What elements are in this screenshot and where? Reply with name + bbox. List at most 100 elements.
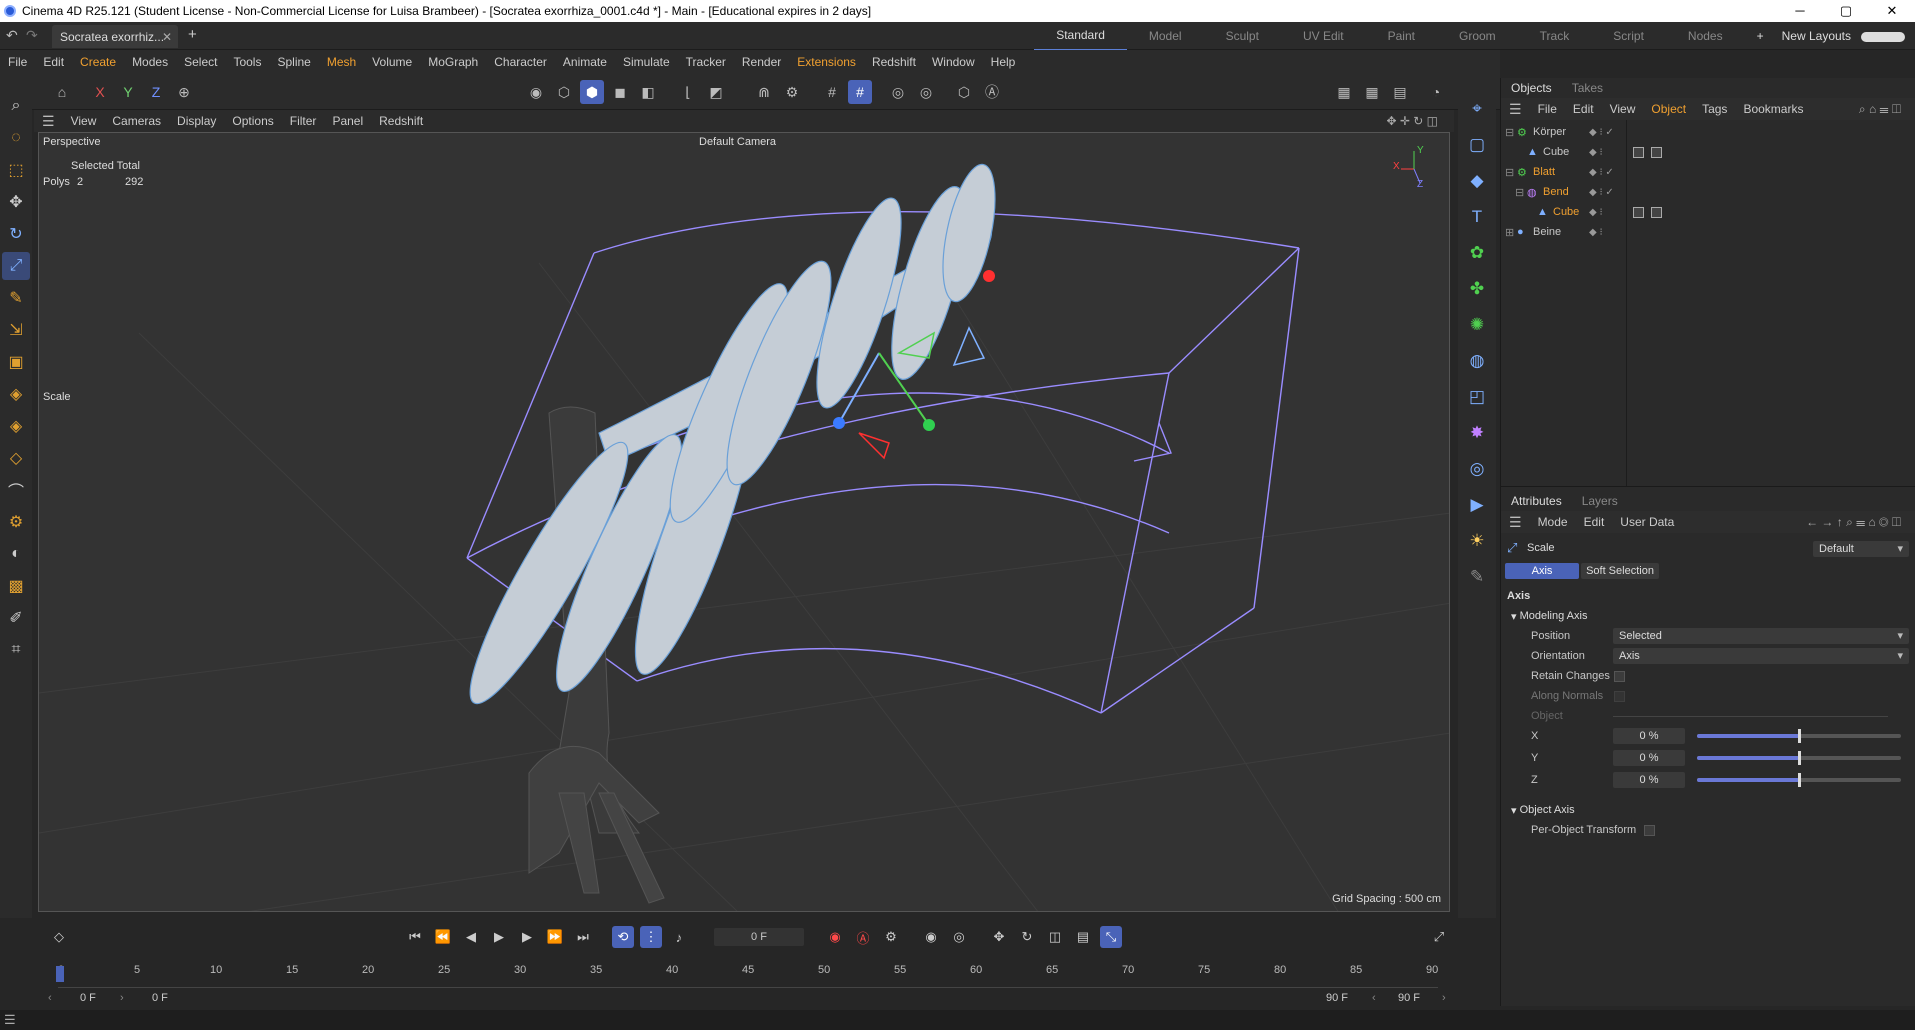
start-frame-field[interactable]: 0 F — [80, 992, 96, 1004]
attributes-menu-edit[interactable]: Edit — [1576, 515, 1613, 529]
sculpt-tool-icon[interactable]: ◐ — [2, 540, 30, 568]
scale-tool-icon[interactable]: ⤢ — [2, 252, 30, 280]
playback-rate-icon[interactable]: ⋮ — [640, 926, 662, 948]
cube-primitive-icon[interactable]: ◈ — [2, 380, 30, 408]
tag-icon[interactable]: ✎ — [1462, 562, 1492, 592]
subtab-axis[interactable]: Axis — [1505, 563, 1579, 579]
minimize-button[interactable]: ─ — [1777, 0, 1823, 22]
menu-mesh[interactable]: Mesh — [319, 55, 364, 69]
menu-file[interactable]: File — [0, 55, 35, 69]
autokey-icon[interactable]: Ⓐ — [852, 926, 874, 948]
layout-tab-sculpt[interactable]: Sculpt — [1204, 22, 1281, 50]
object-primitive-icon[interactable]: ◈ — [2, 412, 30, 440]
objects-menu-file[interactable]: File — [1530, 102, 1565, 116]
viewport-menu-display[interactable]: Display — [169, 114, 224, 128]
deformer-icon[interactable]: ◍ — [1462, 346, 1492, 376]
soft-selection-icon[interactable]: ◎ — [914, 80, 938, 104]
menu-animate[interactable]: Animate — [555, 55, 615, 69]
auto-keying-icon[interactable]: Ⓐ — [980, 80, 1004, 104]
visibility-icon[interactable]: ◆ ⁝ ✓ — [1589, 127, 1614, 138]
viewport-menu-filter[interactable]: Filter — [282, 114, 325, 128]
layout-tab-groom[interactable]: Groom — [1437, 22, 1518, 50]
redo-icon[interactable]: ↷ — [26, 27, 38, 44]
z-slider-knob[interactable] — [1798, 773, 1801, 787]
expand-icon[interactable]: ⊞ — [1505, 226, 1514, 239]
attributes-menu-mode[interactable]: Mode — [1530, 515, 1576, 529]
cloner-icon[interactable]: ✤ — [1462, 274, 1492, 304]
object-row-koerper[interactable]: ⊟ ⚙ Körper ◆ ⁝ ✓ — [1501, 122, 1915, 142]
objects-hamburger-icon[interactable]: ☰ — [1501, 101, 1530, 118]
menu-tools[interactable]: Tools — [225, 55, 269, 69]
render-view-icon[interactable]: ▦ — [1332, 80, 1356, 104]
add-layout-button[interactable]: + — [1745, 22, 1776, 50]
z-value-field[interactable]: 0 % — [1613, 772, 1685, 788]
redshift-render-icon[interactable]: ◔ — [1424, 80, 1448, 104]
menu-help[interactable]: Help — [983, 55, 1024, 69]
range-left-arrow-icon[interactable]: ‹ — [48, 992, 52, 1004]
key-position-icon[interactable]: ◉ — [920, 926, 942, 948]
render-settings-icon[interactable]: ▤ — [1388, 80, 1412, 104]
phong-tag-icon[interactable] — [1633, 206, 1644, 218]
key-param-icon[interactable]: ↻ — [1016, 926, 1038, 948]
viewport-menu-cameras[interactable]: Cameras — [104, 114, 169, 128]
rotate-tool-icon[interactable]: ↻ — [2, 220, 30, 248]
edges-mode-icon[interactable]: ⬡ — [552, 80, 576, 104]
position-dropdown[interactable]: Selected — [1613, 628, 1909, 644]
workplane-icon[interactable]: ⌊ — [676, 80, 700, 104]
expand-icon[interactable]: ⊟ — [1505, 126, 1514, 139]
key-pla-icon[interactable]: ◫ — [1044, 926, 1066, 948]
orientation-dropdown[interactable]: Axis — [1613, 648, 1909, 664]
environment-icon[interactable]: ◎ — [1462, 454, 1492, 484]
axis-y-button[interactable]: Y — [116, 80, 140, 104]
subtab-soft-selection[interactable]: Soft Selection — [1581, 563, 1659, 579]
attributes-nav-icons[interactable]: ← → ↑ ⌕ ☰ ⌂ ◎ ◫ — [1798, 515, 1909, 530]
range-right-arrow-icon[interactable]: › — [120, 992, 124, 1004]
viewport-menu-view[interactable]: View — [63, 114, 105, 128]
text-object-icon[interactable]: T — [1462, 202, 1492, 232]
object-row-blatt[interactable]: ⊟ ⚙ Blatt ◆ ⁝ ✓ — [1501, 162, 1915, 182]
axis-x-button[interactable]: X — [88, 80, 112, 104]
menu-select[interactable]: Select — [176, 55, 225, 69]
preset-dropdown[interactable]: Default — [1813, 541, 1909, 557]
playhead[interactable] — [56, 966, 64, 982]
menu-character[interactable]: Character — [486, 55, 555, 69]
brush-tool-icon[interactable]: ✐ — [2, 604, 30, 632]
tab-takes[interactable]: Takes — [1562, 81, 1613, 95]
key-rotation-icon[interactable]: ◎ — [948, 926, 970, 948]
model-mode-icon[interactable]: ◼ — [608, 80, 632, 104]
solo-icon[interactable]: ◩ — [704, 80, 728, 104]
go-to-start-icon[interactable]: ⏮ — [404, 926, 426, 948]
objects-menu-bookmarks[interactable]: Bookmarks — [1735, 102, 1811, 116]
undo-view-icon[interactable]: ⌂ — [50, 80, 74, 104]
key-scale-icon[interactable]: ✥ — [988, 926, 1010, 948]
extrude-tool-icon[interactable]: ⇲ — [2, 316, 30, 344]
object-link-field[interactable] — [1613, 716, 1888, 717]
along-normals-checkbox[interactable] — [1614, 691, 1625, 702]
layout-tab-standard[interactable]: Standard — [1034, 21, 1127, 51]
generator-icon[interactable]: ✿ — [1462, 238, 1492, 268]
object-row-bend[interactable]: ⊟ ◍ Bend ◆ ⁝ ✓ — [1501, 182, 1915, 202]
preview-end-field[interactable]: 90 F — [1326, 992, 1348, 1004]
menu-tracker[interactable]: Tracker — [678, 55, 734, 69]
magnet-icon[interactable]: ⋒ — [752, 80, 776, 104]
close-button[interactable]: ✕ — [1869, 0, 1915, 22]
previous-frame-icon[interactable]: ◀ — [460, 926, 482, 948]
attributes-hamburger-icon[interactable]: ☰ — [1501, 514, 1530, 531]
status-menu-icon[interactable]: ☰ — [4, 1012, 16, 1028]
layout-tab-nodes[interactable]: Nodes — [1666, 22, 1745, 50]
interpolation-icon[interactable]: ⤡ — [1100, 926, 1122, 948]
y-slider[interactable] — [1697, 751, 1901, 765]
layout-tab-script[interactable]: Script — [1591, 22, 1666, 50]
light-icon[interactable]: ☀ — [1462, 526, 1492, 556]
phong-tag-icon[interactable] — [1633, 146, 1644, 158]
viewport-hamburger-icon[interactable]: ☰ — [34, 113, 63, 130]
object-axis-group[interactable]: ▾ Object Axis — [1511, 801, 1575, 819]
null-object-icon[interactable]: ▢ — [1462, 130, 1492, 160]
coordinate-system-icon[interactable]: ⊕ — [172, 80, 196, 104]
menu-mograph[interactable]: MoGraph — [420, 55, 486, 69]
grid-snap-icon[interactable]: # — [820, 80, 844, 104]
bridge-tool-icon[interactable]: ◇ — [2, 444, 30, 472]
material-tag-icon[interactable] — [1651, 206, 1662, 218]
previous-key-icon[interactable]: ⏪ — [432, 926, 454, 948]
objects-menu-edit[interactable]: Edit — [1565, 102, 1602, 116]
